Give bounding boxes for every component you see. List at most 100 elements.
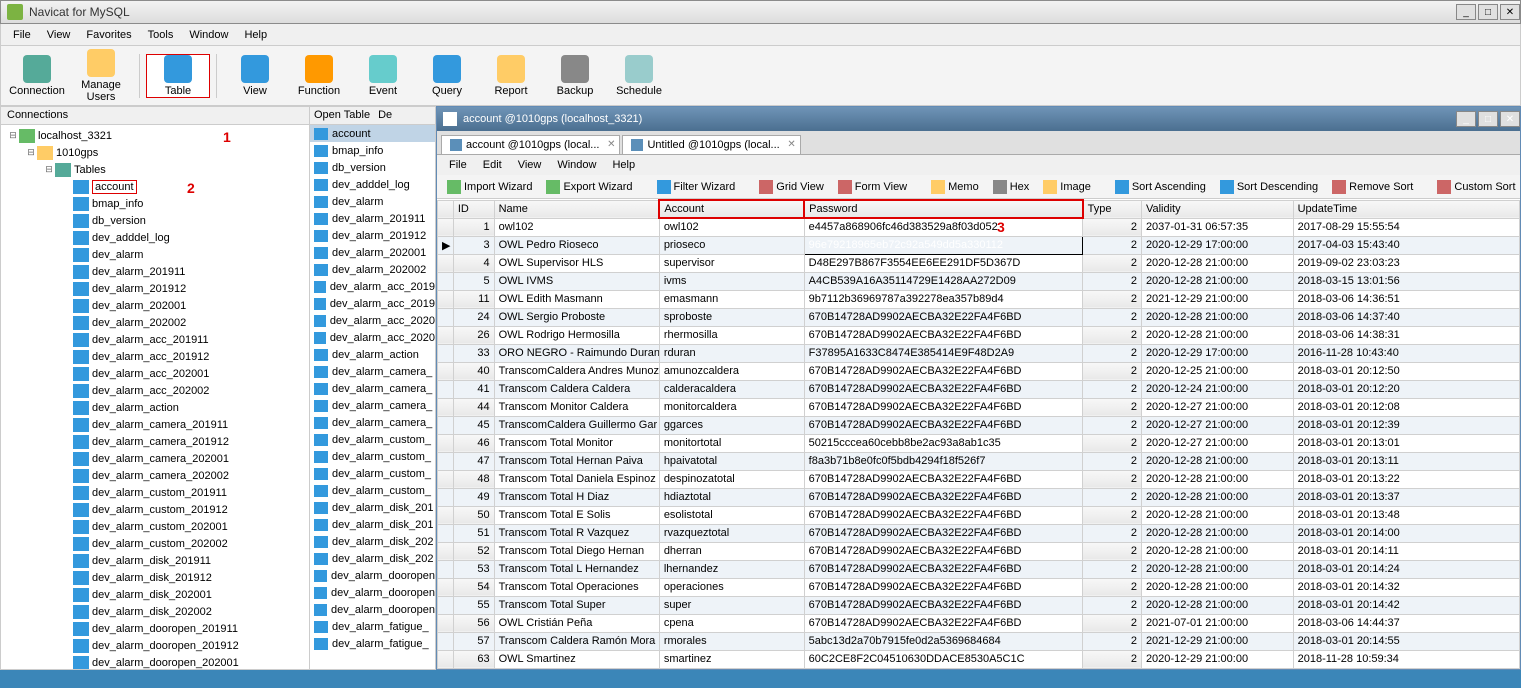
cell-name[interactable]: Transcom Total Operaciones (494, 578, 659, 596)
cell-password[interactable]: 50215cccea60cebb8be2ac93a8ab1c35 (804, 434, 1082, 452)
cell-update[interactable]: 2018-03-06 14:38:31 (1293, 326, 1519, 344)
data-menu-edit[interactable]: Edit (475, 157, 510, 173)
cell-id[interactable]: 1 (453, 218, 494, 236)
cell-account[interactable]: esolistotal (659, 506, 804, 524)
tree-item-dev-alarm-201911[interactable]: dev_alarm_201911 (3, 263, 307, 280)
cell-update[interactable]: 2018-03-01 20:14:00 (1293, 524, 1519, 542)
cell-name[interactable]: OWL IVMS (494, 272, 659, 290)
sort-desc-button[interactable]: Sort Descending (1214, 178, 1324, 196)
cell-update[interactable]: 2018-03-01 20:14:11 (1293, 542, 1519, 560)
col-header-name[interactable]: Name (494, 200, 659, 218)
cell-validity[interactable]: 2020-12-28 21:00:00 (1141, 506, 1293, 524)
cell-update[interactable]: 2017-04-03 15:43:40 (1293, 236, 1519, 254)
export-wizard-button[interactable]: Export Wizard (540, 178, 638, 196)
cell-id[interactable]: 26 (453, 326, 494, 344)
inner-close-button[interactable]: ✕ (1500, 111, 1520, 127)
cell-validity[interactable]: 2020-12-25 21:00:00 (1141, 362, 1293, 380)
cell-validity[interactable]: 2020-12-28 21:00:00 (1141, 452, 1293, 470)
cell-id[interactable]: 41 (453, 380, 494, 398)
grid-view-button[interactable]: Grid View (753, 178, 829, 196)
cell-account[interactable]: prioseco (659, 236, 804, 254)
col-header-account[interactable]: Account (659, 200, 804, 218)
cell-account[interactable]: hpaivatotal (659, 452, 804, 470)
cell-type[interactable]: 2 (1083, 470, 1142, 488)
image-button[interactable]: Image (1037, 178, 1097, 196)
tree-item-dev-alarm-disk-201911[interactable]: dev_alarm_disk_201911 (3, 552, 307, 569)
cell-update[interactable]: 2018-03-01 20:13:22 (1293, 470, 1519, 488)
cell-account[interactable]: operaciones (659, 578, 804, 596)
cell-account[interactable]: sproboste (659, 308, 804, 326)
cell-update[interactable]: 2018-03-01 20:13:11 (1293, 452, 1519, 470)
cell-update[interactable]: 2017-08-29 15:55:54 (1293, 218, 1519, 236)
table-list-item[interactable]: dev_alarm_custom_ (310, 482, 435, 499)
cell-name[interactable]: Transcom Total E Solis (494, 506, 659, 524)
cell-id[interactable]: 5 (453, 272, 494, 290)
cell-update[interactable]: 2018-03-01 20:12:39 (1293, 416, 1519, 434)
table-row[interactable]: 33ORO NEGRO - Raimundo DuranrduranF37895… (438, 344, 1520, 362)
schedule-button[interactable]: Schedule (607, 55, 671, 97)
tree-item-dev-alarm-custom-201912[interactable]: dev_alarm_custom_201912 (3, 501, 307, 518)
tree-item-dev-alarm-disk-202002[interactable]: dev_alarm_disk_202002 (3, 603, 307, 620)
cell-update[interactable]: 2019-09-02 23:03:23 (1293, 254, 1519, 272)
table-list-item[interactable]: dev_alarm_custom_ (310, 448, 435, 465)
cell-validity[interactable]: 2020-12-24 21:00:00 (1141, 380, 1293, 398)
table-row[interactable]: 11OWL Edith Masmannemasmann9b7112b369697… (438, 290, 1520, 308)
cell-type[interactable]: 2 (1083, 236, 1142, 254)
table-row[interactable]: 53Transcom Total L Hernandezlhernandez67… (438, 560, 1520, 578)
table-button[interactable]: Table (146, 54, 210, 98)
cell-password[interactable]: 9b7112b36969787a392278ea357b89d4 (804, 290, 1082, 308)
cell-name[interactable]: Transcom Total Monitor (494, 434, 659, 452)
cell-update[interactable]: 2018-03-01 20:13:48 (1293, 506, 1519, 524)
cell-validity[interactable]: 2020-12-29 17:00:00 (1141, 344, 1293, 362)
table-list-item[interactable]: dev_alarm_201911 (310, 210, 435, 227)
filter-wizard-button[interactable]: Filter Wizard (651, 178, 742, 196)
cell-type[interactable]: 2 (1083, 560, 1142, 578)
cell-name[interactable]: Transcom Total R Vazquez (494, 524, 659, 542)
cell-name[interactable]: TranscomCaldera Andres Munoz (494, 362, 659, 380)
cell-account[interactable]: monitortotal (659, 434, 804, 452)
table-list-item[interactable]: dev_alarm_fatigue_ (310, 635, 435, 652)
tree-item-dev-alarm-camera-202002[interactable]: dev_alarm_camera_202002 (3, 467, 307, 484)
cell-account[interactable]: calderacaldera (659, 380, 804, 398)
table-row[interactable]: 24OWL Sergio Probostesproboste670B14728A… (438, 308, 1520, 326)
cell-id[interactable]: 11 (453, 290, 494, 308)
menu-view[interactable]: View (39, 27, 79, 43)
cell-password[interactable]: 670B14728AD9902AECBA32E22FA4F6BD (804, 524, 1082, 542)
cell-account[interactable]: ivms (659, 272, 804, 290)
cell-password[interactable]: 670B14728AD9902AECBA32E22FA4F6BD (804, 470, 1082, 488)
cell-update[interactable]: 2018-03-01 20:14:55 (1293, 632, 1519, 650)
connection-button[interactable]: Connection (5, 55, 69, 97)
cell-id[interactable]: 33 (453, 344, 494, 362)
cell-name[interactable]: OWL Pedro Rioseco (494, 236, 659, 254)
tree-twisty-icon[interactable]: ⊟ (43, 164, 55, 175)
data-menu-file[interactable]: File (441, 157, 475, 173)
cell-update[interactable]: 2016-11-28 10:43:40 (1293, 344, 1519, 362)
cell-validity[interactable]: 2020-12-28 21:00:00 (1141, 326, 1293, 344)
cell-id[interactable]: 24 (453, 308, 494, 326)
tree-item-dev-alarm-202001[interactable]: dev_alarm_202001 (3, 297, 307, 314)
cell-validity[interactable]: 2020-12-27 21:00:00 (1141, 416, 1293, 434)
cell-type[interactable]: 2 (1083, 398, 1142, 416)
col-header-type[interactable]: Type (1083, 200, 1142, 218)
col-header-password[interactable]: Password (804, 200, 1082, 218)
cell-id[interactable]: 57 (453, 632, 494, 650)
table-list-item[interactable]: dev_alarm_camera_ (310, 414, 435, 431)
hex-button[interactable]: Hex (987, 178, 1036, 196)
cell-name[interactable]: owl102 (494, 218, 659, 236)
cell-type[interactable]: 2 (1083, 524, 1142, 542)
cell-name[interactable]: OWL Cristián Peña (494, 614, 659, 632)
tree-item-dev-alarm-custom-202001[interactable]: dev_alarm_custom_202001 (3, 518, 307, 535)
cell-update[interactable]: 2018-03-06 14:37:40 (1293, 308, 1519, 326)
cell-validity[interactable]: 2020-12-28 21:00:00 (1141, 560, 1293, 578)
tree-item-dev-alarm-custom-202002[interactable]: dev_alarm_custom_202002 (3, 535, 307, 552)
cell-password[interactable]: 670B14728AD9902AECBA32E22FA4F6BD (804, 560, 1082, 578)
tree-item-dev-alarm-camera-201912[interactable]: dev_alarm_camera_201912 (3, 433, 307, 450)
table-list-item[interactable]: db_version (310, 159, 435, 176)
table-row[interactable]: 47Transcom Total Hernan Paivahpaivatotal… (438, 452, 1520, 470)
table-list-item[interactable]: dev_alarm_fatigue_ (310, 618, 435, 635)
cell-name[interactable]: OWL Rodrigo Hermosilla (494, 326, 659, 344)
cell-account[interactable]: lhernandez (659, 560, 804, 578)
table-list[interactable]: accountbmap_infodb_versiondev_adddel_log… (310, 125, 435, 669)
cell-password[interactable]: 670B14728AD9902AECBA32E22FA4F6BD (804, 578, 1082, 596)
cell-password[interactable]: 670B14728AD9902AECBA32E22FA4F6BD (804, 308, 1082, 326)
